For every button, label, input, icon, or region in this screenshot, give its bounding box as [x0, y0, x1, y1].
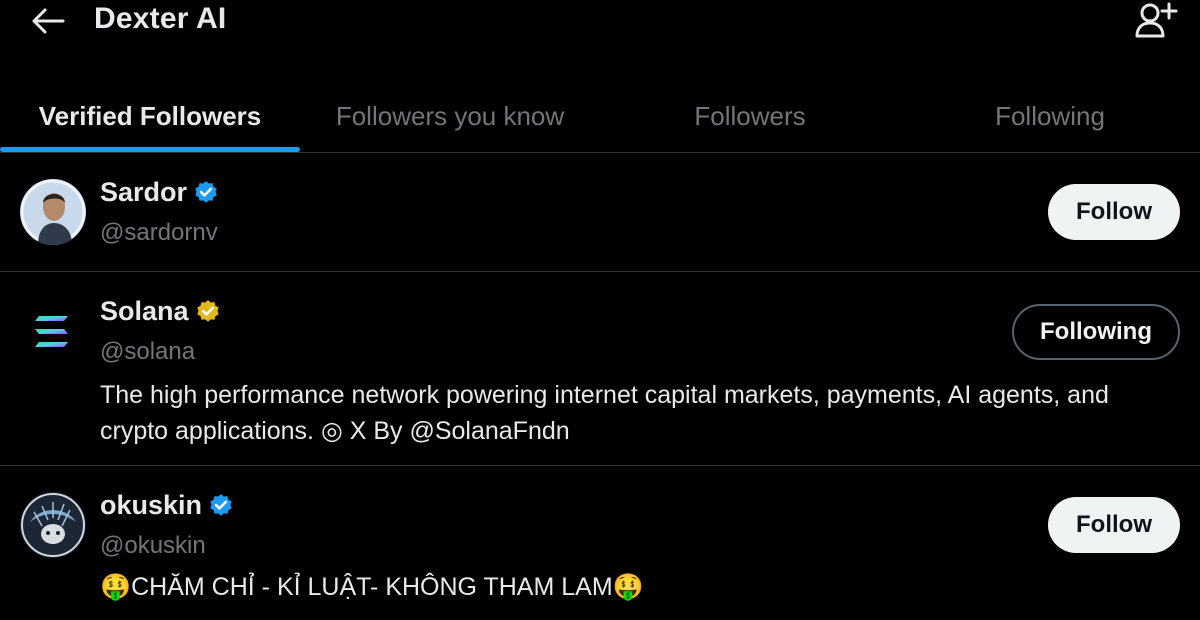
add-user-icon	[1135, 2, 1178, 38]
list-item[interactable]: okuskin @okuskin 🤑CHĂM CHỈ - KỈ LUẬT- KH…	[0, 466, 1200, 620]
username: @okuskin	[100, 532, 206, 559]
list-item[interactable]: Solana @solana The high performance netw…	[0, 272, 1200, 466]
name-line: okuskin	[100, 490, 234, 521]
following-button[interactable]: Following	[1012, 304, 1180, 360]
avatar[interactable]	[20, 179, 86, 245]
top-bar: Dexter AI	[0, 0, 1200, 60]
tab-following[interactable]: Following	[900, 80, 1200, 152]
gold-verified-badge-icon	[196, 299, 219, 322]
tab-label: Following	[995, 100, 1105, 131]
solana-logo-icon	[35, 316, 68, 347]
verified-badge-icon	[195, 180, 217, 203]
follow-button[interactable]: Follow	[1048, 497, 1180, 553]
back-button[interactable]	[30, 6, 66, 36]
tab-label: Followers you know	[335, 100, 565, 131]
bio: The high performance network powering in…	[100, 381, 1109, 445]
tab-followers-you-know[interactable]: Followers you know	[300, 80, 600, 152]
name-line: Sardor	[100, 177, 219, 208]
avatar-photo	[20, 179, 86, 245]
username: @sardornv	[100, 219, 218, 246]
add-user-button[interactable]	[1134, 0, 1178, 40]
tab-bar: Verified Followers Followers you know Fo…	[0, 80, 1200, 153]
display-name[interactable]: okuskin	[100, 490, 202, 521]
verified-badge-icon	[210, 493, 232, 516]
arrow-left-icon	[32, 8, 65, 34]
list-item[interactable]: Sardor @sardornv Follow	[0, 153, 1200, 272]
name-line: Solana	[100, 296, 221, 327]
tab-label: Followers	[694, 100, 806, 131]
avatar-photo	[20, 492, 86, 558]
tab-verified-followers[interactable]: Verified Followers	[0, 80, 300, 152]
display-name[interactable]: Solana	[100, 296, 189, 327]
tab-label: Verified Followers	[38, 100, 262, 131]
avatar[interactable]	[20, 298, 86, 364]
active-tab-indicator	[0, 147, 300, 152]
username: @solana	[100, 338, 196, 365]
profile-followers-page: Dexter AI Verified Followers Followers y…	[0, 0, 1200, 620]
follow-button[interactable]: Follow	[1048, 184, 1180, 240]
tab-followers[interactable]: Followers	[600, 80, 900, 152]
page-title: Dexter AI	[94, 2, 227, 35]
display-name[interactable]: Sardor	[100, 177, 187, 208]
bio: 🤑CHĂM CHỈ - KỈ LUẬT- KHÔNG THAM LAM🤑	[100, 573, 644, 601]
avatar[interactable]	[20, 492, 86, 558]
